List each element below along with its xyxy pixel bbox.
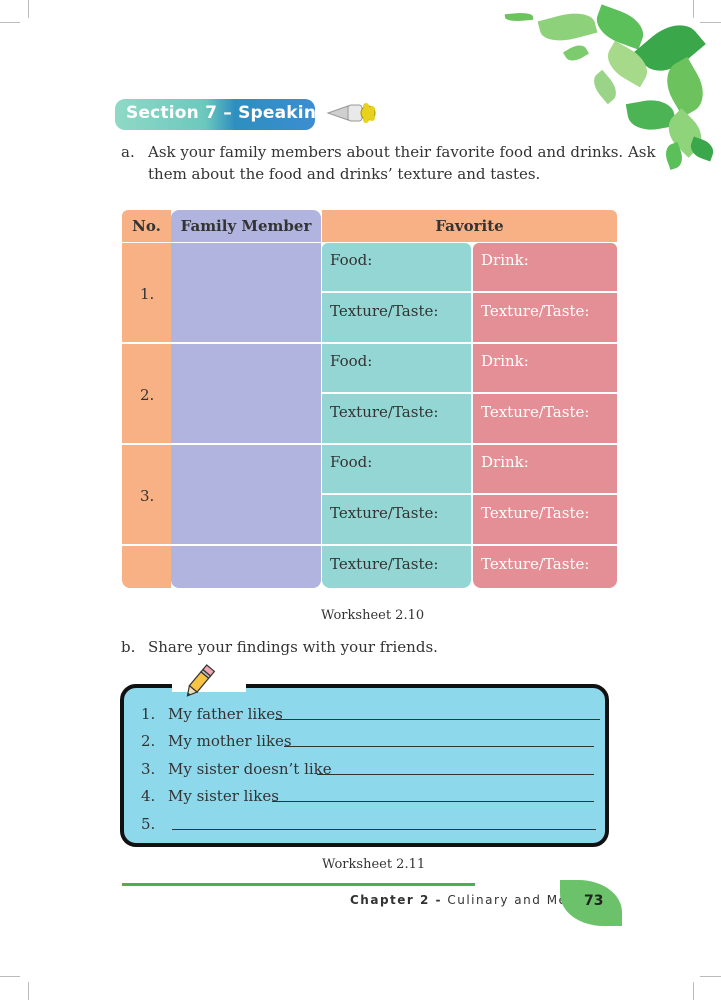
item-letter-b: b. bbox=[121, 638, 136, 656]
drink-label: Drink: bbox=[481, 352, 529, 370]
footer-divider bbox=[122, 883, 475, 886]
family-member-cell bbox=[171, 243, 321, 342]
list-item-number: 2. bbox=[141, 732, 156, 750]
drink-cell: Drink: bbox=[473, 445, 617, 493]
crop-mark bbox=[693, 0, 694, 18]
answer-line[interactable] bbox=[272, 801, 594, 802]
crop-mark bbox=[693, 982, 694, 1000]
header-no: No. bbox=[122, 210, 171, 242]
row-number-cell: 1. bbox=[122, 243, 171, 342]
drink-texture-label: Texture/Taste: bbox=[481, 555, 590, 573]
drink-texture-label: Texture/Taste: bbox=[481, 403, 590, 421]
food-texture-label: Texture/Taste: bbox=[330, 504, 439, 522]
family-member-cell bbox=[171, 445, 321, 544]
drink-label: Drink: bbox=[481, 453, 529, 471]
drink-cell: Drink: bbox=[473, 344, 617, 392]
list-item-number: 1. bbox=[141, 705, 156, 723]
food-texture-label: Texture/Taste: bbox=[330, 555, 439, 573]
instruction-b: Share your findings with your friends. bbox=[148, 638, 438, 656]
crop-mark bbox=[0, 22, 20, 23]
drink-texture-cell: Texture/Taste: bbox=[473, 546, 617, 588]
family-member-cell bbox=[171, 344, 321, 443]
drink-texture-label: Texture/Taste: bbox=[481, 504, 590, 522]
row-number-cell: 3. bbox=[122, 445, 171, 544]
answer-line[interactable] bbox=[317, 774, 594, 775]
page-number: 73 bbox=[584, 893, 604, 909]
food-cell: Food: bbox=[322, 243, 471, 291]
food-texture-cell: Texture/Taste: bbox=[322, 495, 471, 544]
crop-mark bbox=[700, 976, 721, 977]
header-family-member: Family Member bbox=[171, 210, 321, 242]
instruction-a-line2: them about the food and drinks’ texture … bbox=[148, 165, 541, 183]
food-texture-cell: Texture/Taste: bbox=[322, 293, 471, 342]
list-item-text: My mother likes bbox=[168, 732, 292, 750]
food-label: Food: bbox=[330, 251, 373, 269]
microphone-icon bbox=[326, 98, 380, 128]
header-favorite: Favorite bbox=[322, 210, 617, 242]
list-item-text: My sister doesn’t like bbox=[168, 760, 332, 778]
drink-texture-cell: Texture/Taste: bbox=[473, 293, 617, 342]
crop-mark bbox=[28, 0, 29, 18]
crop-mark bbox=[700, 22, 721, 23]
family-member-cell bbox=[171, 546, 321, 588]
instruction-a-line1: Ask your family members about their favo… bbox=[148, 143, 656, 161]
answer-line[interactable] bbox=[284, 746, 594, 747]
list-item-number: 4. bbox=[141, 787, 156, 805]
food-texture-cell: Texture/Taste: bbox=[322, 546, 471, 588]
list-item-number: 5. bbox=[141, 815, 156, 833]
food-texture-cell: Texture/Taste: bbox=[322, 394, 471, 443]
crop-mark bbox=[0, 976, 20, 977]
food-texture-label: Texture/Taste: bbox=[330, 302, 439, 320]
drink-texture-cell: Texture/Taste: bbox=[473, 394, 617, 443]
food-texture-label: Texture/Taste: bbox=[330, 403, 439, 421]
food-label: Food: bbox=[330, 453, 373, 471]
pencil-icon bbox=[178, 662, 220, 702]
chapter-footer: Chapter 2 - Culinary and Me bbox=[350, 893, 567, 907]
crop-mark bbox=[28, 982, 29, 1000]
drink-label: Drink: bbox=[481, 251, 529, 269]
worksheet-caption: Worksheet 2.11 bbox=[322, 857, 426, 872]
section-title: Section 7 – Speaking bbox=[126, 103, 329, 123]
food-label: Food: bbox=[330, 352, 373, 370]
worksheet-caption: Worksheet 2.10 bbox=[321, 608, 425, 623]
drink-cell: Drink: bbox=[473, 243, 617, 291]
chapter-label: Chapter 2 - bbox=[350, 893, 443, 907]
food-cell: Food: bbox=[322, 445, 471, 493]
row-number: 1. bbox=[140, 285, 155, 303]
list-item-text: My sister likes bbox=[168, 787, 279, 805]
food-cell: Food: bbox=[322, 344, 471, 392]
list-item-number: 3. bbox=[141, 760, 156, 778]
drink-texture-cell: Texture/Taste: bbox=[473, 495, 617, 544]
row-number-cell: 2. bbox=[122, 344, 171, 443]
drink-texture-label: Texture/Taste: bbox=[481, 302, 590, 320]
chapter-title: Culinary and Me bbox=[447, 893, 568, 907]
answer-line[interactable] bbox=[275, 719, 600, 720]
list-item-text: My father likes bbox=[168, 705, 283, 723]
answer-line[interactable] bbox=[172, 829, 596, 830]
row-number: 2. bbox=[140, 386, 155, 404]
row-number: 3. bbox=[140, 487, 155, 505]
row-number-cell bbox=[122, 546, 171, 588]
item-letter-a: a. bbox=[121, 143, 135, 161]
